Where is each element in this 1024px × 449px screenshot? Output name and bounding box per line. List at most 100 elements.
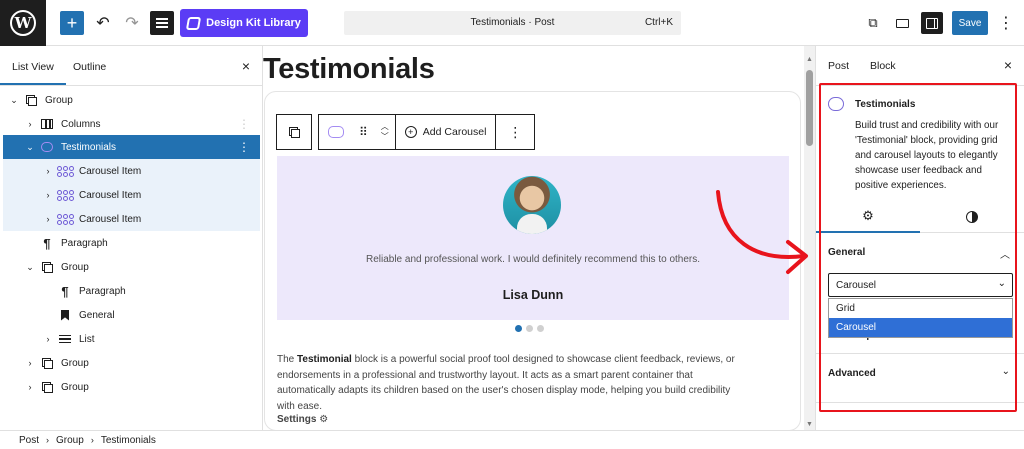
select-parent-button[interactable] — [276, 114, 312, 150]
breadcrumb-separator: › — [90, 435, 94, 445]
design-kit-label: Design Kit Library — [206, 17, 301, 29]
more-options-icon[interactable]: ⋮ — [495, 115, 534, 149]
undo-button[interactable]: ↶ — [92, 11, 114, 35]
settings-sidebar-toggle[interactable] — [921, 12, 943, 34]
bookmark-icon — [58, 309, 72, 321]
scroll-up-icon[interactable]: ▲ — [804, 56, 815, 63]
list-item-label: Group — [61, 261, 89, 273]
preview-button[interactable] — [893, 11, 911, 35]
list-item[interactable]: ¶ Paragraph — [3, 231, 260, 255]
desktop-preview-icon — [895, 18, 909, 28]
testimonial-block-icon — [828, 97, 844, 111]
list-item-label: Carousel Item — [79, 213, 142, 225]
list-item[interactable]: ¶ Paragraph — [3, 279, 260, 303]
carousel-item-icon — [56, 189, 74, 201]
carousel-dot[interactable] — [526, 325, 533, 332]
sidebar-tabs: Post Block × — [816, 46, 1024, 86]
select-dropdown-list: Grid Carousel — [828, 298, 1013, 338]
close-icon[interactable]: × — [1004, 57, 1012, 73]
block-card-description: Build trust and credibility with our 'Te… — [855, 120, 999, 191]
view-post-external-icon[interactable]: ⧉ — [864, 11, 882, 35]
highlight-arrow-icon — [716, 190, 808, 274]
tab-list-view[interactable]: List View — [0, 61, 66, 85]
breadcrumb-item-testimonials[interactable]: Testimonials — [101, 435, 156, 446]
chevron-down-icon[interactable]: ⌄ — [9, 95, 19, 106]
scrollbar-thumb[interactable] — [806, 70, 813, 146]
add-carousel-label: Add Carousel — [422, 126, 487, 138]
command-palette-bar[interactable]: Testimonials · Post Ctrl+K — [344, 11, 681, 35]
list-item-label: Carousel Item — [79, 189, 142, 201]
list-item[interactable]: ⌄ Group — [3, 88, 260, 112]
chevron-right-icon[interactable]: › — [43, 190, 53, 200]
group-block-icon — [24, 94, 38, 106]
design-kit-library-button[interactable]: Design Kit Library — [180, 9, 308, 37]
add-block-button[interactable]: + — [60, 11, 84, 35]
chevron-down-icon[interactable]: ⌄ — [1002, 366, 1010, 377]
list-item[interactable]: › List — [3, 327, 260, 351]
list-item-label: General — [79, 309, 115, 321]
list-item[interactable]: ⌄ Group — [3, 255, 260, 279]
chevron-right-icon[interactable]: › — [25, 119, 35, 129]
list-item[interactable]: › Carousel Item — [3, 159, 260, 183]
block-options-icon[interactable]: ⋮ — [238, 117, 250, 131]
tab-block[interactable]: Block — [870, 60, 896, 72]
options-menu-icon[interactable]: ⋮ — [998, 11, 1014, 35]
carousel-dot[interactable] — [515, 325, 522, 332]
chevron-down-icon[interactable]: ⌄ — [25, 262, 35, 273]
editor-top-bar: W + ↶ ↷ Design Kit Library Testimonials … — [0, 0, 1024, 46]
page-title[interactable]: Testimonials — [263, 53, 435, 86]
testimonial-author[interactable]: Lisa Dunn — [277, 288, 789, 302]
advanced-panel-title[interactable]: Advanced — [828, 368, 876, 379]
option-carousel[interactable]: Carousel — [829, 318, 1012, 337]
chevron-right-icon[interactable]: › — [25, 382, 35, 392]
breadcrumb-item-post[interactable]: Post — [19, 435, 39, 446]
list-item[interactable]: › Carousel Item — [3, 183, 260, 207]
chevron-right-icon[interactable]: › — [25, 358, 35, 368]
chevron-up-icon[interactable]: ︿ — [1000, 246, 1010, 261]
carousel-item-icon — [56, 213, 74, 225]
avatar — [503, 176, 561, 234]
list-item-selected[interactable]: ⌄ Testimonials ⋮ — [3, 135, 260, 159]
scroll-down-icon[interactable]: ▼ — [804, 421, 815, 428]
list-item[interactable]: › Columns ⋮ — [3, 112, 260, 136]
block-toolbar-main: ⠿ ︿ ﹀ + Add Carousel ⋮ — [318, 114, 536, 150]
block-options-icon[interactable]: ⋮ — [238, 140, 250, 154]
close-icon[interactable]: × — [242, 58, 250, 74]
tab-outline[interactable]: Outline — [73, 61, 106, 73]
list-item[interactable]: › Carousel Item — [3, 207, 260, 231]
move-down-icon[interactable]: ﹀ — [381, 132, 389, 142]
save-button[interactable]: Save — [952, 11, 988, 35]
list-item-label: Carousel Item — [79, 165, 142, 177]
settings-tab-gear-icon[interactable]: ⚙ — [816, 200, 920, 233]
breadcrumb-item-group[interactable]: Group — [56, 435, 84, 446]
add-carousel-button[interactable]: + Add Carousel — [394, 115, 496, 149]
list-item[interactable]: › Group — [3, 375, 260, 399]
list-item-label: Columns — [61, 118, 101, 130]
list-item[interactable]: General — [3, 303, 260, 327]
settings-heading[interactable]: Settings ⚙ — [277, 414, 328, 425]
tab-post[interactable]: Post — [828, 60, 849, 72]
chevron-right-icon[interactable]: › — [43, 214, 53, 224]
move-up-icon[interactable]: ︿ — [381, 122, 389, 132]
list-item[interactable]: › Group — [3, 351, 260, 375]
display-mode-select[interactable]: Carousel ⌄ — [828, 273, 1013, 297]
wordpress-logo-button[interactable]: W — [0, 0, 46, 46]
chevron-right-icon[interactable]: › — [43, 166, 53, 176]
list-item-label: Group — [61, 381, 89, 393]
styles-icon — [966, 210, 978, 223]
drag-handle-icon[interactable]: ⠿ — [353, 115, 375, 149]
breadcrumb: Post › Group › Testimonials — [0, 430, 1024, 449]
redo-button[interactable]: ↷ — [121, 11, 143, 35]
document-overview-button[interactable] — [150, 11, 174, 35]
carousel-dot[interactable] — [537, 325, 544, 332]
desc-bold: Testimonial — [297, 354, 352, 365]
styles-tab[interactable] — [920, 200, 1024, 233]
block-type-button[interactable] — [319, 115, 353, 149]
general-panel-title[interactable]: General — [828, 247, 865, 258]
chevron-down-icon[interactable]: ⌄ — [25, 142, 35, 153]
inspector-tabs: ⚙ — [816, 200, 1024, 233]
option-grid[interactable]: Grid — [829, 299, 1012, 318]
block-card-title: Testimonials — [855, 99, 916, 110]
chevron-right-icon[interactable]: › — [43, 334, 53, 344]
description-paragraph[interactable]: The Testimonial block is a powerful soci… — [277, 352, 747, 414]
